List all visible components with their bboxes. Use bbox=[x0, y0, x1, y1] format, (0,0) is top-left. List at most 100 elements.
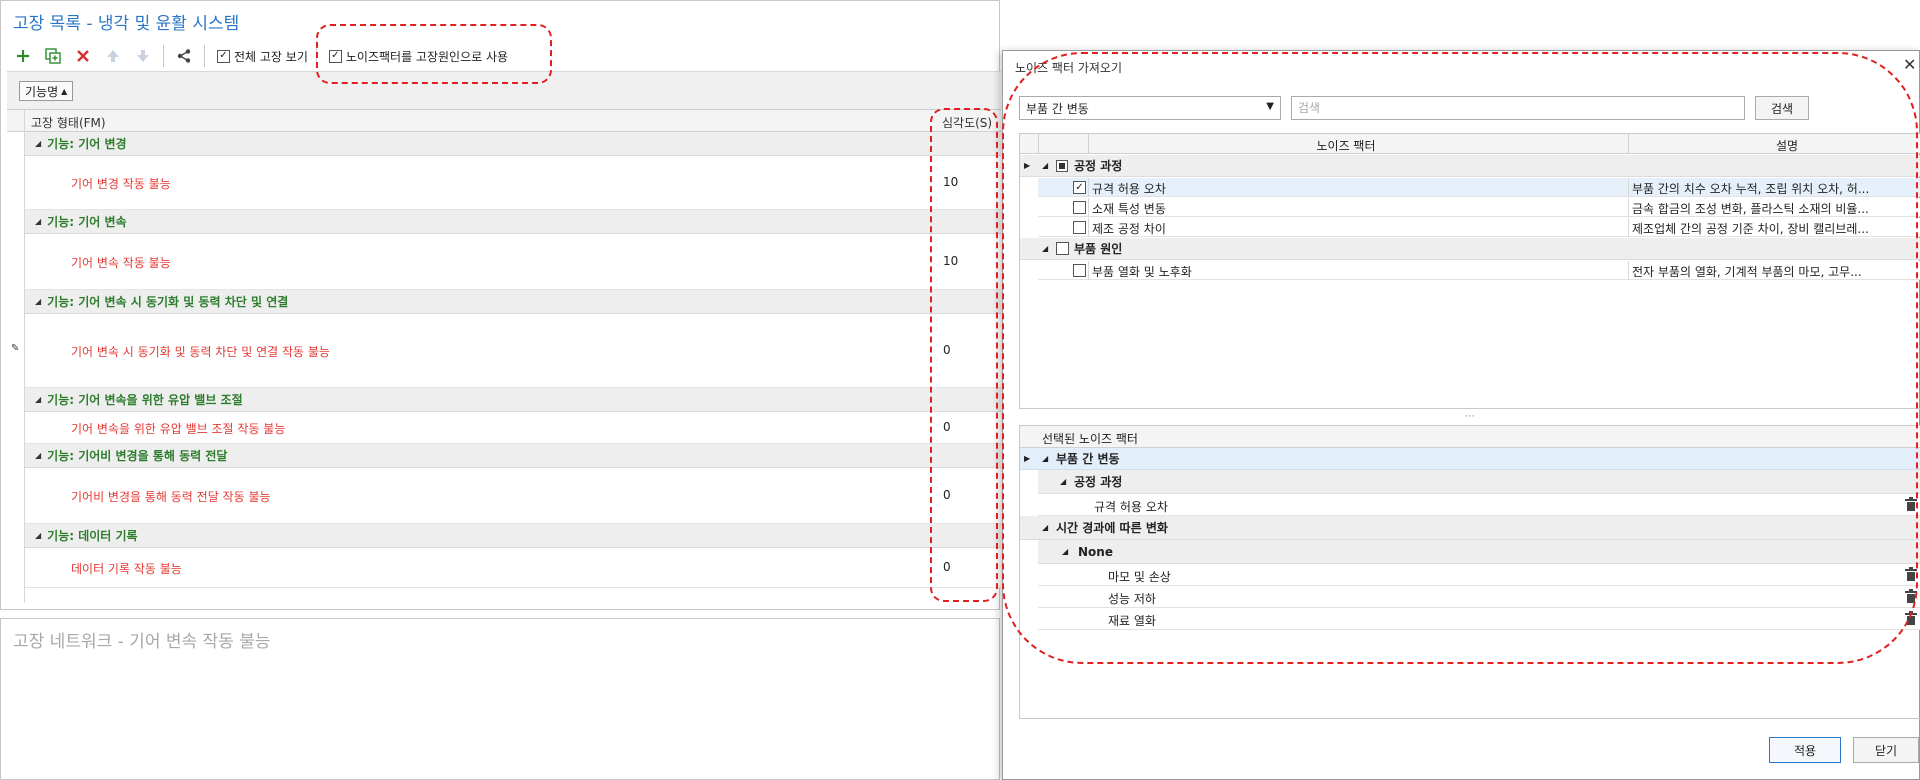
severity-value[interactable]: 10 bbox=[943, 254, 958, 268]
checkbox-checked-icon[interactable]: ✓ bbox=[1073, 181, 1086, 194]
function-group-label: 기능: 기어 변경 bbox=[47, 137, 127, 151]
failure-mode-text: 데이터 기록 작동 불능 bbox=[71, 562, 182, 576]
column-header-severity[interactable]: 심각도(S) bbox=[942, 114, 992, 131]
group-by-label: 기능명 bbox=[25, 84, 59, 99]
function-group-row[interactable]: ◢ 기능: 데이터 기록 bbox=[25, 524, 1001, 548]
collapse-icon[interactable]: ◢ bbox=[1042, 523, 1048, 532]
show-all-failures-label: 전체 고장 보기 bbox=[234, 49, 308, 64]
noise-category-row[interactable]: ▶ ◢ 공정 과정 bbox=[1020, 155, 1920, 177]
noise-factor-row[interactable]: ✓ 규격 허용 오차 부품 간의 치수 오차 누적, 조립 위치 오차, 허..… bbox=[1038, 178, 1920, 197]
move-up-icon[interactable] bbox=[101, 44, 125, 68]
collapse-icon[interactable]: ◢ bbox=[1060, 477, 1066, 486]
function-group-row[interactable]: ◢ 기능: 기어비 변경을 통해 동력 전달 bbox=[25, 444, 1001, 468]
collapse-icon[interactable]: ◢ bbox=[1042, 161, 1048, 170]
noise-factor-name: 소재 특성 변동 bbox=[1092, 202, 1166, 216]
collapse-icon[interactable]: ◢ bbox=[35, 451, 41, 460]
collapse-icon[interactable]: ◢ bbox=[1042, 244, 1048, 253]
failure-network-panel: 고장 네트워크 - 기어 변속 작동 불능 bbox=[0, 618, 1000, 780]
group-by-function-chip[interactable]: 기능명 ▲ bbox=[19, 81, 74, 101]
failure-mode-grid: 고장 형태(FM) 심각도(S) ◢ 기능: 기어 변경기어 변경 작동 불능 10… bbox=[7, 109, 1001, 603]
search-input[interactable] bbox=[1291, 96, 1745, 120]
noise-category-row[interactable]: ◢ 부품 원인 bbox=[1020, 238, 1920, 260]
severity-value[interactable]: 0 bbox=[943, 343, 951, 357]
search-button[interactable]: 검색 bbox=[1755, 96, 1809, 120]
page-title: 고장 목록 - 냉각 및 윤활 시스템 bbox=[13, 14, 240, 34]
selected-subgroup-label: None bbox=[1078, 544, 1113, 559]
plus-icon[interactable] bbox=[11, 44, 35, 68]
checkbox-unchecked-icon[interactable] bbox=[1073, 201, 1086, 214]
category-dropdown[interactable]: 부품 간 변동 ▼ bbox=[1019, 96, 1281, 120]
severity-value[interactable]: 0 bbox=[943, 420, 951, 434]
selected-root-label: 부품 간 변동 bbox=[1056, 452, 1120, 466]
column-header-noise-factor[interactable]: 노이즈 팩터 bbox=[1090, 137, 1602, 154]
failure-mode-row[interactable]: 기어 변속 시 동기화 및 동력 차단 및 연결 작동 불능 0 ✎ bbox=[11, 314, 1001, 388]
category-checkbox-unchecked[interactable] bbox=[1056, 242, 1069, 255]
failure-mode-row[interactable]: 기어 변속을 위한 유압 밸브 조절 작동 불능 0 bbox=[25, 412, 1001, 444]
severity-value[interactable]: 0 bbox=[943, 488, 951, 502]
failure-mode-row[interactable]: 데이터 기록 작동 불능 0 bbox=[25, 548, 1001, 588]
failure-mode-row[interactable]: 기어 변속 작동 불능 10 bbox=[25, 234, 1001, 290]
noise-category-label: 부품 원인 bbox=[1074, 242, 1123, 256]
collapse-icon[interactable]: ◢ bbox=[1042, 454, 1048, 463]
checkbox-checked-icon[interactable]: ✓ bbox=[217, 49, 230, 63]
trash-icon[interactable] bbox=[1904, 611, 1920, 627]
group-by-panel: 기능명 ▲ bbox=[7, 71, 1001, 109]
delete-icon[interactable] bbox=[71, 44, 95, 68]
noise-factor-row[interactable]: 소재 특성 변동 금속 합금의 조성 변화, 플라스틱 소재의 비율... bbox=[1038, 198, 1920, 217]
noise-factor-row[interactable]: 제조 공정 차이 제조업체 간의 공정 기준 차이, 장비 캘리브레... bbox=[1038, 218, 1920, 237]
failure-list-window: 고장 목록 - 냉각 및 윤활 시스템 ✓ 전체 고장 보기 ✓ 노이즈팩터를 bbox=[0, 0, 1001, 610]
noise-category-label: 공정 과정 bbox=[1074, 159, 1123, 173]
selected-factor-row[interactable]: 재료 열화 bbox=[1038, 608, 1920, 630]
noise-factor-as-cause-checkbox[interactable]: ✓ 노이즈팩터를 고장원인으로 사용 bbox=[328, 48, 508, 65]
failure-mode-row[interactable]: 기어비 변경을 통해 동력 전달 작동 불능 0 bbox=[25, 468, 1001, 524]
selected-factor-name: 재료 열화 bbox=[1108, 614, 1156, 628]
show-all-failures-checkbox[interactable]: ✓ 전체 고장 보기 bbox=[217, 48, 308, 65]
function-group-row[interactable]: ◢ 기능: 기어 변속 시 동기화 및 동력 차단 및 연결 bbox=[25, 290, 1001, 314]
collapse-icon[interactable]: ◢ bbox=[35, 217, 41, 226]
selected-factor-row[interactable]: 성능 저하 bbox=[1038, 586, 1920, 608]
checkbox-unchecked-icon[interactable] bbox=[1073, 221, 1086, 234]
selected-subgroup-row[interactable]: ◢ None bbox=[1038, 540, 1920, 564]
close-button[interactable]: 닫기 bbox=[1853, 737, 1919, 763]
column-header-failure-mode[interactable]: 고장 형태(FM) bbox=[31, 114, 106, 131]
trash-icon[interactable] bbox=[1904, 567, 1920, 583]
column-header-description[interactable]: 설명 bbox=[1652, 137, 1920, 154]
checkbox-unchecked-icon[interactable] bbox=[1073, 264, 1086, 277]
severity-value[interactable]: 10 bbox=[943, 175, 958, 189]
apply-button[interactable]: 적용 bbox=[1769, 737, 1841, 763]
collapse-icon[interactable]: ◢ bbox=[35, 139, 41, 148]
trash-icon[interactable] bbox=[1904, 497, 1920, 513]
selected-noise-factor-grid: 선택된 노이즈 팩터 ▶ ◢ 부품 간 변동 ◢ 공정 과정 규격 허용 오차 … bbox=[1019, 425, 1920, 719]
move-down-icon[interactable] bbox=[131, 44, 155, 68]
collapse-icon[interactable]: ◢ bbox=[1062, 547, 1068, 556]
collapse-icon[interactable]: ◢ bbox=[35, 531, 41, 540]
checkbox-checked-icon[interactable]: ✓ bbox=[328, 49, 342, 63]
toolbar: ✓ 전체 고장 보기 ✓ 노이즈팩터를 고장원인으로 사용 bbox=[11, 43, 508, 69]
share-icon[interactable] bbox=[172, 44, 196, 68]
trash-icon[interactable] bbox=[1904, 589, 1920, 605]
failure-mode-row[interactable]: 기어 변경 작동 불능 10 bbox=[25, 156, 1001, 210]
collapse-icon[interactable]: ◢ bbox=[35, 395, 41, 404]
selected-factor-row[interactable]: 규격 허용 오차 bbox=[1038, 494, 1920, 516]
column-divider bbox=[1088, 218, 1089, 237]
close-icon[interactable]: ✕ bbox=[1903, 55, 1920, 75]
chevron-down-icon: ▼ bbox=[1266, 101, 1274, 112]
noise-factor-row[interactable]: 부품 열화 및 노후화 전자 부품의 열화, 기계적 부품의 마모, 고무... bbox=[1038, 261, 1920, 280]
function-group-row[interactable]: ◢ 기능: 기어 변속을 위한 유압 밸브 조절 bbox=[25, 388, 1001, 412]
function-group-row[interactable]: ◢ 기능: 기어 변경 bbox=[25, 132, 1001, 156]
toolbar-divider bbox=[315, 45, 317, 67]
severity-value[interactable]: 0 bbox=[943, 560, 951, 574]
collapse-icon[interactable]: ◢ bbox=[35, 297, 41, 306]
selected-group-row[interactable]: ◢ 공정 과정 bbox=[1038, 470, 1920, 494]
selected-group-row[interactable]: ◢ 시간 경과에 따른 변화 bbox=[1020, 516, 1920, 540]
selected-root-row[interactable]: ▶ ◢ 부품 간 변동 bbox=[1020, 448, 1920, 470]
selected-grid-header-label: 선택된 노이즈 팩터 bbox=[1042, 432, 1138, 446]
function-group-row[interactable]: ◢ 기능: 기어 변속 bbox=[25, 210, 1001, 234]
copy-icon[interactable] bbox=[41, 44, 65, 68]
column-divider bbox=[1088, 134, 1089, 154]
import-noise-factor-dialog: 노이즈 팩터 가져오기 ✕ 부품 간 변동 ▼ 검색 노이즈 팩터 설명 ▶ ◢… bbox=[1002, 50, 1920, 780]
category-checkbox-partial[interactable] bbox=[1056, 160, 1068, 172]
selected-factor-row[interactable]: 마모 및 손상 bbox=[1038, 564, 1920, 586]
noise-factor-grid: 노이즈 팩터 설명 ▶ ◢ 공정 과정 ✓ 규격 허용 오차 부품 간의 치수 … bbox=[1019, 133, 1920, 409]
column-divider bbox=[1628, 198, 1629, 217]
